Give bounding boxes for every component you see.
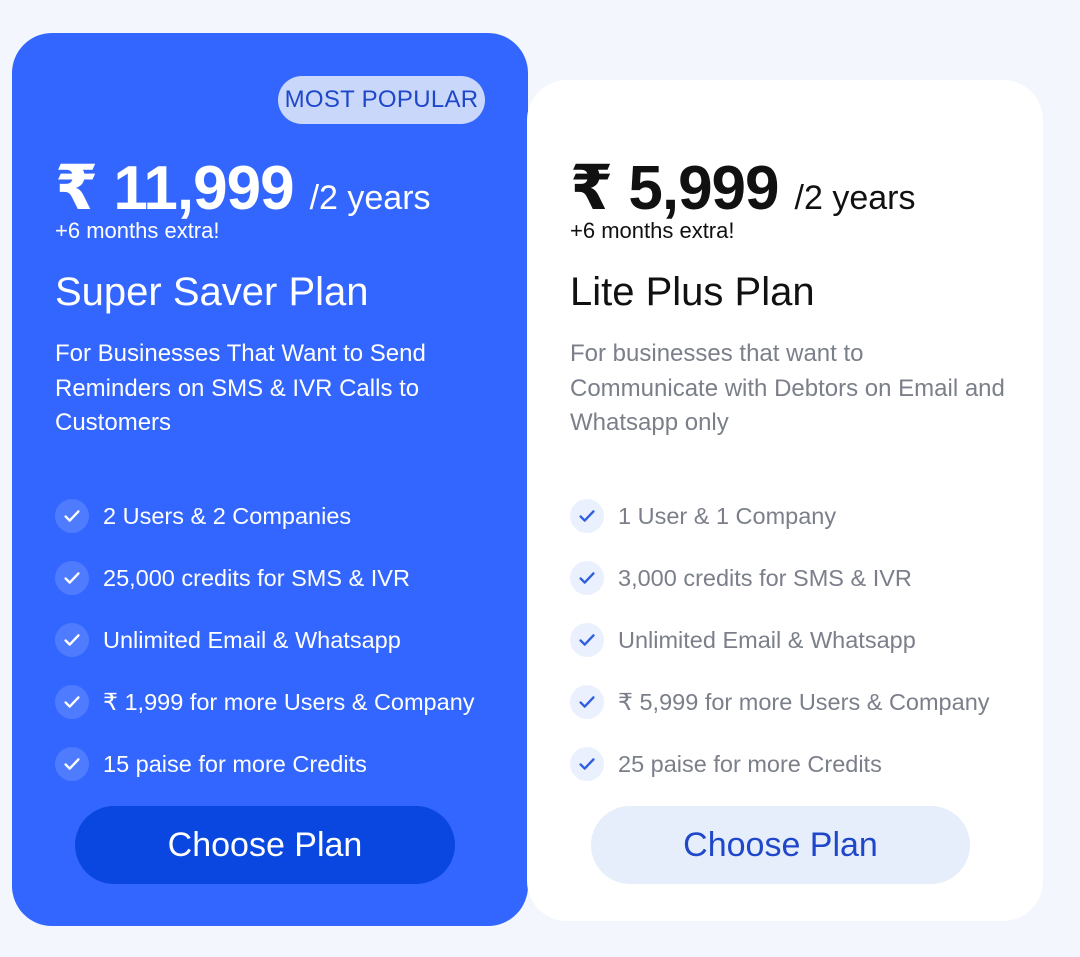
check-icon — [570, 747, 604, 781]
feature-item: 25,000 credits for SMS & IVR — [55, 547, 475, 609]
check-icon — [570, 685, 604, 719]
feature-item: 15 paise for more Credits — [55, 733, 475, 795]
choose-plan-button-lite-plus[interactable]: Choose Plan — [591, 806, 970, 884]
plan-card-lite-plus: ₹ 5,999 /2 years +6 months extra! Lite P… — [527, 80, 1043, 921]
plan-name: Super Saver Plan — [55, 270, 369, 314]
check-icon — [570, 561, 604, 595]
plan-description: For businesses that want to Communicate … — [570, 340, 1005, 436]
price-row: ₹ 5,999 /2 years — [570, 151, 915, 224]
check-icon — [570, 623, 604, 657]
plan-extra-offer: +6 months extra! — [55, 218, 220, 243]
check-icon — [55, 685, 89, 719]
feature-text: ₹ 1,999 for more Users & Company — [103, 689, 475, 715]
feature-item: Unlimited Email & Whatsapp — [570, 609, 990, 671]
feature-text: Unlimited Email & Whatsapp — [618, 626, 916, 653]
feature-item: Unlimited Email & Whatsapp — [55, 609, 475, 671]
feature-text: Unlimited Email & Whatsapp — [103, 626, 401, 653]
feature-text: 25 paise for more Credits — [618, 750, 882, 777]
plan-card-super-saver: MOST POPULAR ₹ 11,999 /2 years +6 months… — [12, 33, 528, 926]
feature-text: 3,000 credits for SMS & IVR — [618, 564, 912, 591]
check-icon — [55, 499, 89, 533]
feature-text: 2 Users & 2 Companies — [103, 502, 352, 529]
feature-item: 1 User & 1 Company — [570, 485, 990, 547]
plan-price: ₹ 11,999 — [55, 154, 295, 223]
price-row: ₹ 11,999 /2 years — [55, 151, 431, 224]
check-icon — [55, 623, 89, 657]
plan-period: /2 years — [794, 179, 916, 217]
check-icon — [570, 499, 604, 533]
feature-item: ₹ 5,999 for more Users & Company — [570, 671, 990, 733]
feature-text: 15 paise for more Credits — [103, 750, 367, 777]
pricing-page: MOST POPULAR ₹ 11,999 /2 years +6 months… — [0, 0, 1080, 957]
check-icon — [55, 747, 89, 781]
feature-item: 25 paise for more Credits — [570, 733, 990, 795]
plan-period: /2 years — [309, 179, 431, 217]
feature-text: 1 User & 1 Company — [618, 502, 837, 529]
feature-text: 25,000 credits for SMS & IVR — [103, 564, 410, 591]
check-icon — [55, 561, 89, 595]
plan-extra-offer: +6 months extra! — [570, 218, 735, 243]
most-popular-badge: MOST POPULAR — [278, 76, 485, 124]
feature-text: ₹ 5,999 for more Users & Company — [618, 689, 990, 715]
feature-item: ₹ 1,999 for more Users & Company — [55, 671, 475, 733]
feature-item: 2 Users & 2 Companies — [55, 485, 475, 547]
plan-price: ₹ 5,999 — [570, 154, 780, 223]
plan-name: Lite Plus Plan — [570, 270, 815, 314]
choose-plan-button-super-saver[interactable]: Choose Plan — [75, 806, 455, 884]
plan-description: For Businesses That Want to Send Reminde… — [55, 340, 426, 436]
feature-item: 3,000 credits for SMS & IVR — [570, 547, 990, 609]
feature-list: 1 User & 1 Company 3,000 credits for SMS… — [570, 485, 990, 795]
feature-list: 2 Users & 2 Companies 25,000 credits for… — [55, 485, 475, 795]
